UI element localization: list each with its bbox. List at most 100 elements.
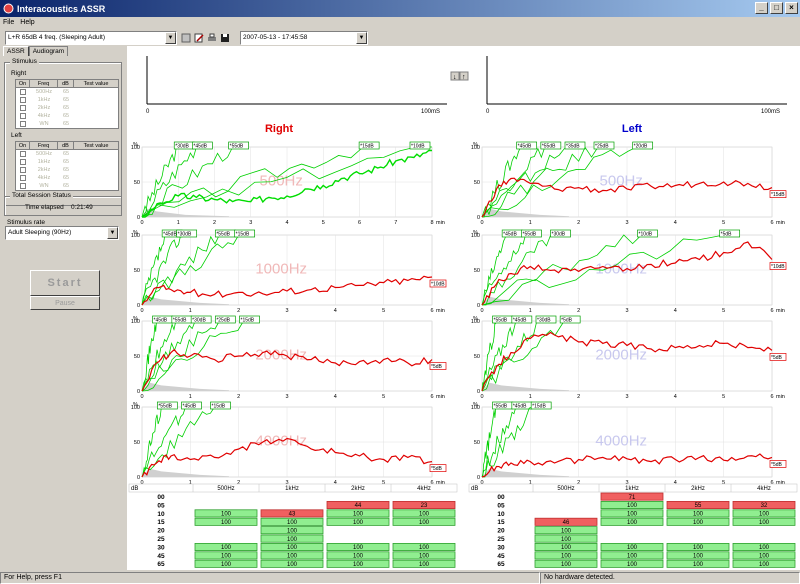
print-icon[interactable] — [206, 32, 217, 43]
x-tick-label: 4 — [334, 394, 337, 400]
stimulus-checkbox[interactable] — [20, 167, 26, 173]
result-value: 100 — [353, 512, 364, 518]
start-button[interactable]: Start — [30, 270, 100, 296]
protocol-select[interactable]: L+R 65dB 4 freq. (Sleeping Adult) ▼ — [5, 31, 177, 45]
session-select[interactable]: 2007-05-13 - 17:45:58 ▼ — [240, 31, 368, 45]
close-button[interactable]: × — [785, 2, 798, 14]
frequency-watermark: 2000Hz — [595, 347, 647, 364]
result-value: 100 — [561, 554, 572, 560]
chevron-down-icon[interactable]: ▼ — [165, 32, 176, 44]
x-tick-label: 3 — [285, 308, 288, 314]
level-label: 25 — [157, 536, 165, 543]
edit-icon[interactable] — [193, 32, 204, 43]
red-threshold-tag-label: *10dB — [771, 264, 785, 270]
save-icon[interactable] — [219, 32, 230, 43]
minimize-button[interactable]: _ — [755, 2, 768, 14]
col-on: On — [16, 80, 30, 87]
noise-floor-area — [142, 382, 229, 391]
red-threshold-tag-label: *5dB — [431, 466, 443, 472]
stimulus-checkbox[interactable] — [20, 105, 26, 111]
stimulus-row-right-2: 2kHz 65 — [16, 104, 118, 112]
chevron-down-icon[interactable]: ▼ — [107, 227, 118, 239]
frequency-watermark: 500Hz — [600, 173, 643, 190]
threshold-tag-label: *55dB — [523, 232, 537, 238]
session-value: 2007-05-13 - 17:45:58 — [243, 34, 308, 41]
y-axis-label: % — [133, 402, 138, 408]
threshold-tag-label: *5dB — [721, 232, 733, 238]
threshold-tag-label: *45dB — [513, 318, 527, 324]
chart-panel: 0 1 2 3 4 5 6050100%min2000Hz*45dB *55dB *30dB *2… — [131, 315, 447, 400]
stimulus-freq: 2kHz — [37, 105, 51, 111]
y-tick-label: 50 — [134, 440, 140, 446]
x-tick-label: 5 — [722, 220, 725, 226]
result-value: 100 — [759, 512, 770, 518]
stimulus-row-left-3: 4kHz 65 — [16, 174, 118, 182]
result-value: 100 — [287, 537, 298, 543]
stimulus-checkbox[interactable] — [20, 159, 26, 165]
tab-assr[interactable]: ASSR — [3, 46, 29, 56]
col-freq: Freq — [30, 142, 58, 149]
chevron-down-icon[interactable]: ▼ — [356, 32, 367, 44]
result-value: 100 — [693, 562, 704, 568]
col-db: dB — [58, 80, 74, 87]
chart-panel: 0 1 2 3 4 5 6050100%min2000Hz*55dB *45dB *30dB *5… — [471, 315, 787, 400]
y-tick-label: 50 — [134, 268, 140, 274]
x-tick-label: 8 — [430, 220, 433, 226]
y-tick-label: 50 — [474, 440, 480, 446]
col-on: On — [16, 142, 30, 149]
stimulus-checkbox[interactable] — [20, 121, 26, 127]
result-value: 100 — [353, 545, 364, 551]
grid-icon[interactable] — [180, 32, 191, 43]
stimulus-group: Stimulus Right On Freq dB Test value 500Hz 6… — [4, 58, 122, 206]
eeg-unit-label: 100mS — [761, 109, 780, 115]
threshold-tag-label: *15dB — [241, 318, 255, 324]
stimulus-checkbox[interactable] — [20, 151, 26, 157]
stimulus-freq: 500Hz — [36, 89, 52, 95]
y-tick-label: 0 — [137, 475, 140, 481]
x-tick-label: 4 — [674, 220, 677, 226]
threshold-tag-label: *45dB — [183, 404, 197, 410]
threshold-tag-label: *55dB — [230, 144, 244, 150]
pause-button[interactable]: Pause — [30, 296, 100, 310]
result-value: 100 — [287, 562, 298, 568]
threshold-tag-label: *10dB — [639, 232, 653, 238]
result-value: 100 — [627, 562, 638, 568]
red-threshold-tag-label: *5dB — [771, 355, 783, 361]
maximize-button[interactable]: □ — [770, 2, 783, 14]
stimulus-row-right-0: 500Hz 65 — [16, 88, 118, 96]
menu-help[interactable]: Help — [20, 19, 34, 26]
x-tick-label: 0 — [140, 394, 143, 400]
col-test-value: Test value — [83, 143, 109, 149]
threshold-tag-label: *30dB — [178, 232, 192, 238]
stimulus-rate-select[interactable]: Adult Sleeping (90Hz) ▼ — [5, 226, 119, 240]
threshold-tag-label: *55dB — [494, 318, 508, 324]
stimulus-checkbox[interactable] — [20, 183, 26, 189]
stimulus-checkbox[interactable] — [20, 175, 26, 181]
x-tick-label: 6 — [770, 220, 773, 226]
result-value: 43 — [289, 512, 296, 518]
y-tick-label: 0 — [137, 303, 140, 309]
stimulus-checkbox[interactable] — [20, 97, 26, 103]
y-tick-label: 50 — [134, 180, 140, 186]
x-tick-label: 1 — [189, 394, 192, 400]
stimulus-checkbox[interactable] — [20, 113, 26, 119]
result-value: 100 — [759, 520, 770, 526]
menu-file[interactable]: File — [3, 19, 14, 26]
left-stimulus-table: On Freq dB Test value 500Hz 65 1kHz 65 2kHz 65 4k… — [15, 141, 119, 191]
y-tick-label: 0 — [477, 475, 480, 481]
header-freq: 1kHz — [285, 486, 299, 492]
x-tick-label: 7 — [394, 220, 397, 226]
main-area: 0 100mS 0 100mS ↓ ↑ Right Left 0 1 2 3 4 5 6 7 8 0 50 100% m… — [127, 46, 800, 570]
chart-panel: 0 1 2 3 4 5 6050100%min500Hz*45dB *55dB *35dB *25… — [471, 141, 787, 226]
chart-panel: 0 1 2 3 4 5 6050100%min4000Hz*55dB *45dB *15dB*5… — [471, 401, 787, 486]
arrow-up-icon: ↑ — [462, 74, 466, 81]
level-label: 05 — [157, 502, 165, 509]
stimulus-db: 65 — [62, 105, 70, 111]
stimulus-checkbox[interactable] — [20, 89, 26, 95]
level-label: 15 — [157, 519, 165, 526]
y-axis-label: % — [473, 230, 478, 236]
tab-audiogram[interactable]: Audiogram — [28, 46, 69, 56]
result-value: 100 — [759, 545, 770, 551]
level-label: 00 — [157, 494, 165, 501]
result-value: 100 — [419, 520, 430, 526]
